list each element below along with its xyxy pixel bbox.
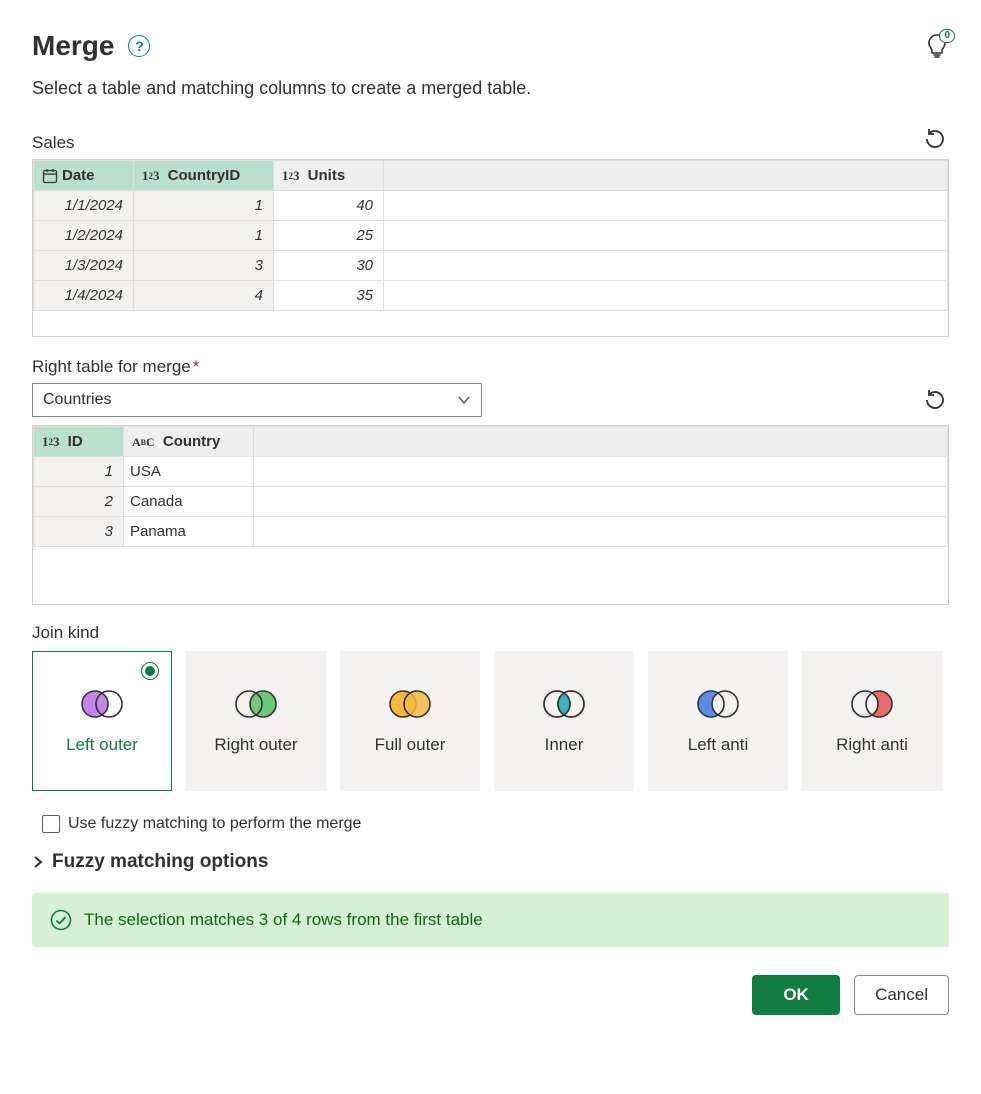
text-type-icon: ABC [132,435,155,450]
venn-left-anti-icon [693,687,743,721]
col-label: ID [68,433,83,450]
dialog-subtitle: Select a table and matching columns to c… [32,78,949,99]
selected-indicator-icon [141,662,159,680]
cell: 25 [274,221,384,251]
fuzzy-matching-label: Use fuzzy matching to perform the merge [68,815,361,833]
dropdown-value: Countries [43,391,111,409]
column-header-country[interactable]: ABC Country [124,427,254,457]
join-kind-options: Left outer Right outer Full outer [32,651,949,791]
chevron-down-icon [457,393,471,407]
column-header-id[interactable]: 123 ID [34,427,124,457]
left-table-name: Sales [32,133,75,153]
cell: 1 [134,191,274,221]
col-label: Date [62,167,95,184]
cell: 35 [274,281,384,311]
column-header-units[interactable]: 123 Units [274,161,384,191]
join-option-label: Inner [545,735,584,755]
table-row[interactable]: 1/4/2024 4 35 [34,281,948,311]
refresh-icon [923,127,947,151]
cell: USA [124,457,254,487]
join-option-full-outer[interactable]: Full outer [340,651,480,791]
col-label: CountryID [168,167,241,184]
cell [254,517,948,547]
dialog-title: Merge [32,30,114,62]
join-option-left-anti[interactable]: Left anti [648,651,788,791]
refresh-right-button[interactable] [921,386,949,414]
left-table-preview: Date 123 CountryID 123 Units 1/1/2024 1 … [32,159,949,337]
cell [384,221,948,251]
cell: 40 [274,191,384,221]
join-kind-label: Join kind [32,623,949,643]
status-text: The selection matches 3 of 4 rows from t… [84,910,483,930]
expander-label: Fuzzy matching options [52,851,268,873]
cell: 1/2/2024 [34,221,134,251]
refresh-left-button[interactable] [921,125,949,153]
join-option-left-outer[interactable]: Left outer [32,651,172,791]
table-row[interactable]: 1/3/2024 3 30 [34,251,948,281]
number-type-icon: 123 [42,434,60,450]
right-table-label: Right table for merge* [32,357,949,377]
table-row[interactable]: 3 Panama [34,517,948,547]
join-option-label: Left outer [66,735,138,755]
cell: 3 [34,517,124,547]
number-type-icon: 123 [142,168,160,184]
cell: Panama [124,517,254,547]
join-option-label: Full outer [375,735,446,755]
tips-button[interactable]: 0 [925,33,949,59]
cell [254,457,948,487]
date-type-icon [42,168,58,184]
cell [384,191,948,221]
join-option-label: Right outer [214,735,297,755]
cell: 1/3/2024 [34,251,134,281]
venn-right-anti-icon [847,687,897,721]
cancel-button[interactable]: Cancel [854,975,949,1015]
column-header-date[interactable]: Date [34,161,134,191]
number-type-icon: 123 [282,168,300,184]
join-option-right-anti[interactable]: Right anti [802,651,942,791]
refresh-icon [923,388,947,412]
table-row[interactable]: 2 Canada [34,487,948,517]
cell: 30 [274,251,384,281]
success-check-icon [50,909,72,931]
venn-full-outer-icon [385,687,435,721]
cell [384,251,948,281]
right-table-dropdown[interactable]: Countries [32,383,482,417]
join-option-label: Right anti [836,735,908,755]
col-label: Country [163,433,221,450]
venn-left-outer-icon [77,687,127,721]
venn-inner-icon [539,687,589,721]
col-label: Units [308,167,346,184]
ok-button[interactable]: OK [752,975,840,1015]
venn-right-outer-icon [231,687,281,721]
cell [254,487,948,517]
chevron-right-icon [32,855,44,869]
column-header-empty [384,161,948,191]
fuzzy-matching-checkbox[interactable] [42,815,60,833]
match-status-bar: The selection matches 3 of 4 rows from t… [32,893,949,947]
join-option-inner[interactable]: Inner [494,651,634,791]
table-row[interactable]: 1/1/2024 1 40 [34,191,948,221]
cell: 1 [34,457,124,487]
cell: Canada [124,487,254,517]
cell: 3 [134,251,274,281]
cell: 2 [34,487,124,517]
right-table-preview: 123 ID ABC Country 1 USA 2 Canada 3 Pana… [32,425,949,605]
table-row[interactable]: 1 USA [34,457,948,487]
join-option-right-outer[interactable]: Right outer [186,651,326,791]
tips-badge: 0 [939,29,955,43]
table-row[interactable]: 1/2/2024 1 25 [34,221,948,251]
cell: 4 [134,281,274,311]
cell [384,281,948,311]
join-option-label: Left anti [688,735,749,755]
cell: 1 [134,221,274,251]
cell: 1/4/2024 [34,281,134,311]
cell: 1/1/2024 [34,191,134,221]
help-icon[interactable]: ? [128,35,150,57]
column-header-countryid[interactable]: 123 CountryID [134,161,274,191]
column-header-empty [254,427,948,457]
fuzzy-options-expander[interactable]: Fuzzy matching options [32,851,949,873]
